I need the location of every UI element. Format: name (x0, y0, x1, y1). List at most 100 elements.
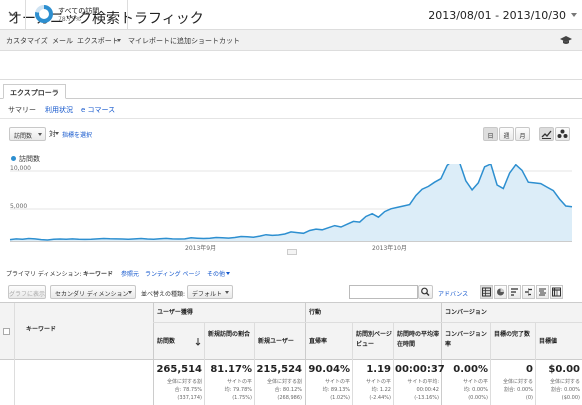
chevron-down-icon[interactable] (226, 272, 230, 275)
dimension-source[interactable]: 参照元 (121, 269, 139, 278)
column-divider (204, 323, 205, 405)
shortcut-button[interactable]: ショートカット (191, 36, 240, 46)
total-subtext: (0.00%) (468, 395, 488, 401)
column-divider (14, 303, 15, 405)
column-divider (305, 303, 306, 405)
chevron-down-icon[interactable] (117, 39, 121, 42)
granularity-week-button[interactable]: 週 (499, 127, 514, 141)
view-term-cloud-button[interactable] (536, 285, 549, 299)
total-subtext: 全体に対する (549, 379, 580, 385)
select-all-checkbox[interactable] (3, 328, 10, 335)
select-metric-link[interactable]: 指標を選択 (62, 130, 92, 139)
column-header-bounce-rate[interactable]: 直帰率 (309, 337, 351, 347)
group-header-behavior: 行動 (309, 309, 322, 316)
total-subtext: ($0.00) (561, 395, 580, 401)
column-header-goal-completions[interactable]: 目標の完了数 (494, 330, 534, 340)
view-data-button[interactable] (480, 285, 493, 299)
dimension-other[interactable]: その他 (207, 269, 225, 278)
total-subtext: (-13.16%) (414, 395, 439, 401)
total-value: 215,524 (256, 364, 302, 375)
advanced-filter-link[interactable]: アドバンス (438, 289, 468, 298)
view-performance-button[interactable] (508, 285, 521, 299)
total-subtext: 割合: 0.00% (503, 387, 533, 393)
total-value: 00:00:37 (395, 364, 445, 375)
report-toolbar: カスタマイズ メール エクスポート マイレポートに追加 ショートカット (0, 29, 582, 51)
series-area (10, 164, 572, 241)
add-to-dashboard-button[interactable]: マイレポートに追加 (128, 36, 191, 46)
tab-explorer[interactable]: エクスプローラ (3, 84, 66, 99)
visits-chart[interactable] (0, 164, 582, 256)
metric-select[interactable]: 訪問数 (9, 127, 46, 141)
group-header-acquisition: ユーザー獲得 (157, 309, 193, 316)
graduation-cap-icon[interactable] (560, 34, 572, 46)
segment-name[interactable]: すべての訪問 (58, 6, 99, 16)
legend-marker (11, 156, 16, 161)
total-subtext: サイトの平 (365, 379, 391, 385)
chart-resize-handle[interactable] (287, 249, 297, 255)
total-subtext: サイトの平均: (407, 379, 439, 385)
granularity-month-button[interactable]: 月 (515, 127, 530, 141)
total-value: 81.17% (210, 364, 252, 375)
column-header-new-users[interactable]: 新規ユーザー (258, 337, 304, 347)
segment-percent: 78.75% (58, 16, 81, 23)
segment-ratio-hole (39, 9, 49, 19)
total-subtext: 合: 78.75% (174, 387, 202, 393)
sort-type-select[interactable]: デフォルト (187, 285, 233, 299)
legend-label: 訪問数 (19, 155, 40, 163)
view-comparison-button[interactable] (522, 285, 535, 299)
sort-type-value: デフォルト (192, 291, 223, 298)
export-button[interactable]: エクスポート (77, 36, 119, 46)
comparison-icon (525, 288, 532, 296)
chevron-down-icon[interactable] (571, 13, 577, 17)
total-subtext: 均: 0.00% (463, 387, 488, 393)
primary-dimension-bar: プライマリ ディメンション: キーワード 参照元 ランディング ページ その他 (0, 264, 582, 282)
column-header-new-visit-rate[interactable]: 新規訪問の割合 (208, 330, 252, 340)
column-header-conversion-rate[interactable]: コンバージョン率 (445, 330, 488, 350)
view-percentage-button[interactable] (494, 285, 507, 299)
chevron-down-icon (128, 291, 132, 294)
pivot-icon (552, 287, 561, 297)
total-subtext: 全体に対する (502, 379, 533, 385)
chevron-down-icon[interactable] (8, 9, 17, 18)
total-subtext: サイトの平 (462, 379, 488, 385)
total-subtext: 均: 79.78% (224, 387, 252, 393)
total-subtext: 全体に対する割 (266, 379, 302, 385)
column-header-keyword[interactable]: キーワード (26, 325, 56, 335)
column-divider (254, 323, 255, 405)
column-header-visits[interactable]: 訪問数 (157, 337, 187, 347)
chevron-down-icon[interactable] (55, 132, 59, 135)
subtab-usage[interactable]: 利用状況 (45, 105, 73, 115)
granularity-day-button[interactable]: 日 (483, 127, 498, 141)
view-pivot-button[interactable] (550, 285, 563, 299)
email-button[interactable]: メール (52, 36, 73, 46)
column-header-avg-duration[interactable]: 訪問時の平均滞在時間 (397, 330, 440, 350)
table-search-input[interactable] (349, 285, 418, 299)
table-controls: グラフに表示 セカンダリ ディメンション 並べ替えの種類: デフォルト アドバン… (0, 282, 582, 302)
total-value: 90.04% (308, 364, 350, 375)
subtab-summary[interactable]: サマリー (8, 105, 36, 115)
y-tick-label: 5,000 (10, 203, 28, 210)
bar-list-icon (511, 288, 518, 296)
segment-bar (0, 51, 582, 80)
customize-button[interactable]: カスタマイズ (6, 36, 48, 46)
column-divider (441, 303, 442, 405)
column-header-pages-per-visit[interactable]: 訪問別ページビュー (356, 330, 392, 350)
dimension-keyword[interactable]: キーワード (83, 269, 113, 278)
plot-rows-button[interactable]: グラフに表示 (8, 285, 46, 299)
search-button[interactable] (418, 285, 433, 299)
total-subtext: 全体に対する割 (166, 379, 202, 385)
line-chart-button[interactable] (539, 127, 554, 141)
sort-down-icon[interactable] (195, 338, 201, 346)
motion-chart-button[interactable] (555, 127, 570, 141)
total-subtext: (1.02%) (330, 395, 350, 401)
total-value: $0.00 (548, 364, 580, 375)
column-header-goal-value[interactable]: 目標値 (539, 337, 581, 347)
dimension-landing-page[interactable]: ランディング ページ (145, 269, 200, 278)
date-range-picker[interactable]: 2013/08/01 - 2013/10/30 (428, 9, 566, 22)
total-subtext: (1.75%) (232, 395, 252, 401)
term-cloud-icon (539, 288, 546, 296)
x-tick-label: 2013年10月 (372, 245, 407, 252)
total-subtext: 割合: 0.00% (550, 387, 580, 393)
subtab-ecommerce[interactable]: e コマース (81, 105, 115, 115)
secondary-dimension-select[interactable]: セカンダリ ディメンション (50, 285, 136, 299)
